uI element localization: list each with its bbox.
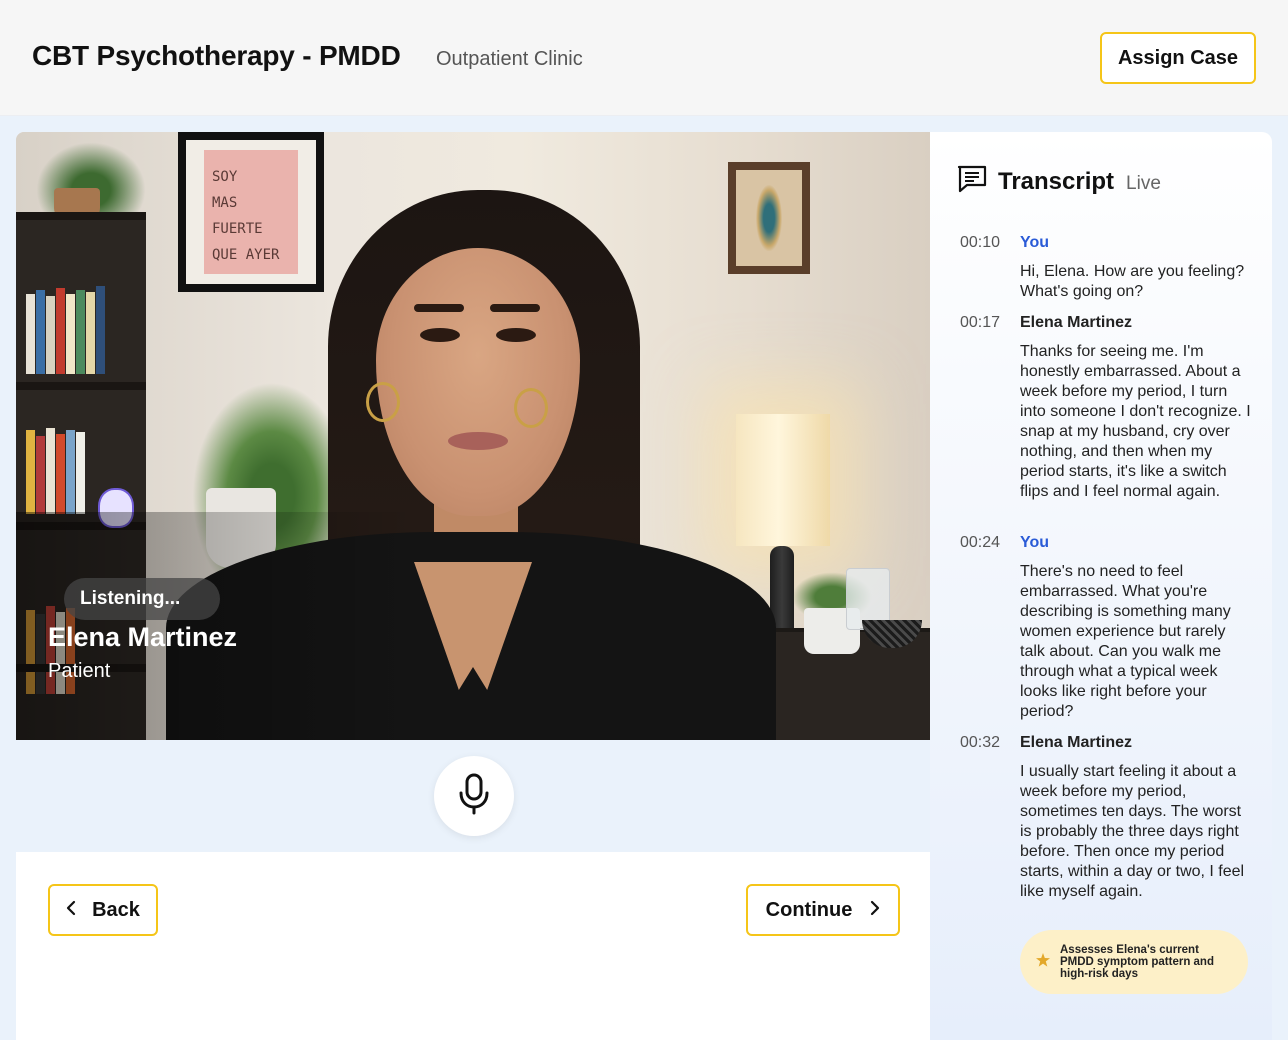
- earring: [514, 388, 548, 428]
- patient-eye: [496, 328, 536, 342]
- back-button[interactable]: Back: [48, 884, 158, 936]
- message-text: Hi, Elena. How are you feeling? What's g…: [1020, 263, 1245, 300]
- transcript-title: Transcript: [998, 167, 1115, 195]
- skill-badge: Assesses Elena's current PMDD symptom pa…: [1020, 930, 1248, 994]
- chat-transcript-icon: [956, 164, 988, 199]
- poster-line: MAS: [212, 195, 238, 211]
- microphone-icon: [457, 773, 491, 820]
- transcript-panel: Transcript Live 00:10 You Hi, Elena. How…: [930, 132, 1272, 1040]
- patient-brow: [414, 304, 464, 312]
- poster-line: QUE AYER: [212, 247, 280, 263]
- listening-status: Listening...: [64, 578, 220, 620]
- clinic-subtitle: Outpatient Clinic: [436, 48, 583, 70]
- message-text: There's no need to feel embarrassed. Wha…: [1020, 563, 1231, 720]
- message-time: 00:24: [960, 534, 1001, 551]
- chevron-left-icon: [66, 899, 76, 922]
- navigation-panel: [16, 852, 930, 1040]
- transcript-header: Transcript Live: [956, 164, 1161, 199]
- patient-role: Patient: [48, 660, 111, 682]
- lamp-shade: [736, 414, 830, 546]
- chevron-right-icon: [870, 899, 880, 922]
- patient-brow: [490, 304, 540, 312]
- back-label: Back: [92, 898, 140, 921]
- framed-picture: [728, 162, 810, 274]
- patient-name: Elena Martinez: [48, 622, 238, 652]
- patient-lips: [448, 432, 508, 450]
- message-speaker: Elena Martinez: [1020, 734, 1133, 751]
- assign-case-button[interactable]: Assign Case: [1100, 32, 1256, 84]
- top-header: CBT Psychotherapy - PMDD Outpatient Clin…: [0, 0, 1288, 116]
- microphone-button[interactable]: [434, 756, 514, 836]
- message-text: I usually start feeling it about a week …: [1020, 763, 1245, 900]
- continue-label: Continue: [765, 898, 853, 921]
- transcript-live-status: Live: [1126, 172, 1161, 194]
- patient-video: SOY MAS FUERTE QUE AYER Listening... Ele…: [16, 132, 930, 740]
- star-icon: [1036, 952, 1050, 972]
- message-text: Thanks for seeing me. I'm honestly embar…: [1020, 343, 1251, 500]
- message-time: 00:32: [960, 734, 1001, 751]
- message-speaker: You: [1020, 234, 1050, 251]
- badge-text: Assesses Elena's current PMDD symptom pa…: [1060, 944, 1214, 980]
- patient-eye: [420, 328, 460, 342]
- earring: [366, 382, 400, 422]
- poster-line: SOY: [212, 169, 238, 185]
- page-title: CBT Psychotherapy - PMDD: [32, 40, 401, 71]
- poster-line: FUERTE: [212, 221, 263, 237]
- message-time: 00:17: [960, 314, 1001, 331]
- message-speaker: You: [1020, 534, 1050, 551]
- message-time: 00:10: [960, 234, 1001, 251]
- message-speaker: Elena Martinez: [1020, 314, 1133, 331]
- wall-poster: SOY MAS FUERTE QUE AYER: [178, 132, 324, 292]
- continue-button[interactable]: Continue: [746, 884, 900, 936]
